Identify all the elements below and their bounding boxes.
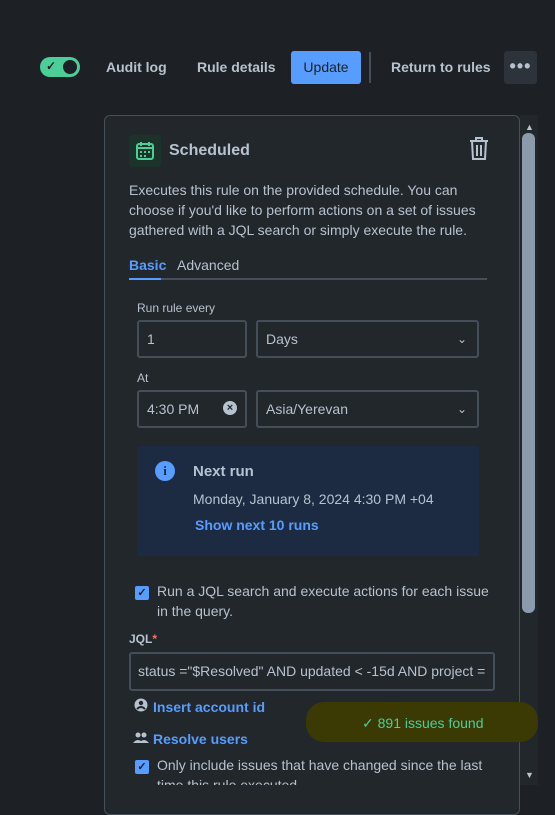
check-icon: ✓: [46, 59, 57, 73]
calendar-icon: [129, 135, 161, 167]
trigger-description: Executes this rule on the provided sched…: [129, 182, 476, 238]
jql-label-text: JQL: [129, 632, 153, 646]
run-rule-every-label: Run rule every: [137, 301, 216, 315]
toggle-knob: [63, 60, 77, 74]
tab-advanced[interactable]: Advanced: [177, 257, 239, 273]
rule-details-button[interactable]: Rule details: [197, 51, 276, 84]
jql-label: JQL*: [129, 632, 157, 646]
chevron-down-icon: ⌄: [456, 402, 467, 416]
users-icon: [133, 731, 149, 748]
update-button[interactable]: Update: [291, 51, 361, 84]
next-run-date: Monday, January 8, 2024 4:30 PM +04: [193, 491, 434, 507]
required-mark: *: [152, 632, 158, 646]
issues-found-text: 891 issues found: [377, 715, 484, 731]
timezone-select[interactable]: Asia/Yerevan ⌄: [256, 390, 479, 428]
toolbar-divider: [369, 52, 371, 83]
user-circle-icon: [134, 698, 148, 715]
info-icon: i: [155, 461, 175, 481]
trigger-title: Scheduled: [169, 142, 250, 159]
time-value: 4:30 PM: [147, 401, 200, 417]
jql-checkbox[interactable]: ✓: [135, 586, 149, 600]
insert-account-id-link[interactable]: Insert account id: [153, 699, 265, 715]
chevron-down-icon: ⌄: [456, 332, 467, 346]
rule-enabled-toggle[interactable]: ✓: [40, 57, 80, 77]
interval-unit-select[interactable]: Days ⌄: [256, 320, 479, 358]
more-options-button[interactable]: •••: [504, 51, 537, 84]
active-tab-indicator: [129, 278, 161, 280]
delete-trash-icon[interactable]: [467, 136, 491, 167]
issues-found-status: ✓ 891 issues found: [362, 715, 483, 732]
toolbar: ✓ Audit log Rule details Update Return t…: [0, 51, 555, 84]
tab-divider: [129, 278, 487, 280]
tab-basic[interactable]: Basic: [129, 257, 166, 273]
scroll-up-arrow-icon[interactable]: ▲: [525, 122, 534, 132]
audit-log-button[interactable]: Audit log: [106, 51, 167, 84]
clear-icon[interactable]: ×: [223, 401, 237, 415]
only-changed-checkbox[interactable]: ✓: [135, 760, 149, 774]
interval-unit-value: Days: [266, 331, 298, 347]
scrollbar-thumb[interactable]: [522, 133, 535, 613]
at-label: At: [137, 371, 149, 385]
return-to-rules-button[interactable]: Return to rules: [391, 51, 491, 84]
jql-input[interactable]: status ="$Resolved" AND updated < -15d A…: [129, 652, 495, 691]
scroll-down-arrow-icon[interactable]: ▼: [525, 770, 534, 780]
resolve-users-link[interactable]: Resolve users: [153, 731, 248, 747]
interval-input[interactable]: 1: [137, 320, 247, 358]
jql-checkbox-label: Run a JQL search and execute actions for…: [157, 583, 489, 619]
show-next-runs-link[interactable]: Show next 10 runs: [195, 517, 319, 533]
next-run-title: Next run: [193, 463, 254, 480]
check-icon: ✓: [362, 715, 378, 731]
timezone-value: Asia/Yerevan: [266, 401, 348, 417]
time-input[interactable]: 4:30 PM ×: [137, 390, 247, 428]
only-changed-label: Only include issues that have changed si…: [157, 757, 483, 785]
